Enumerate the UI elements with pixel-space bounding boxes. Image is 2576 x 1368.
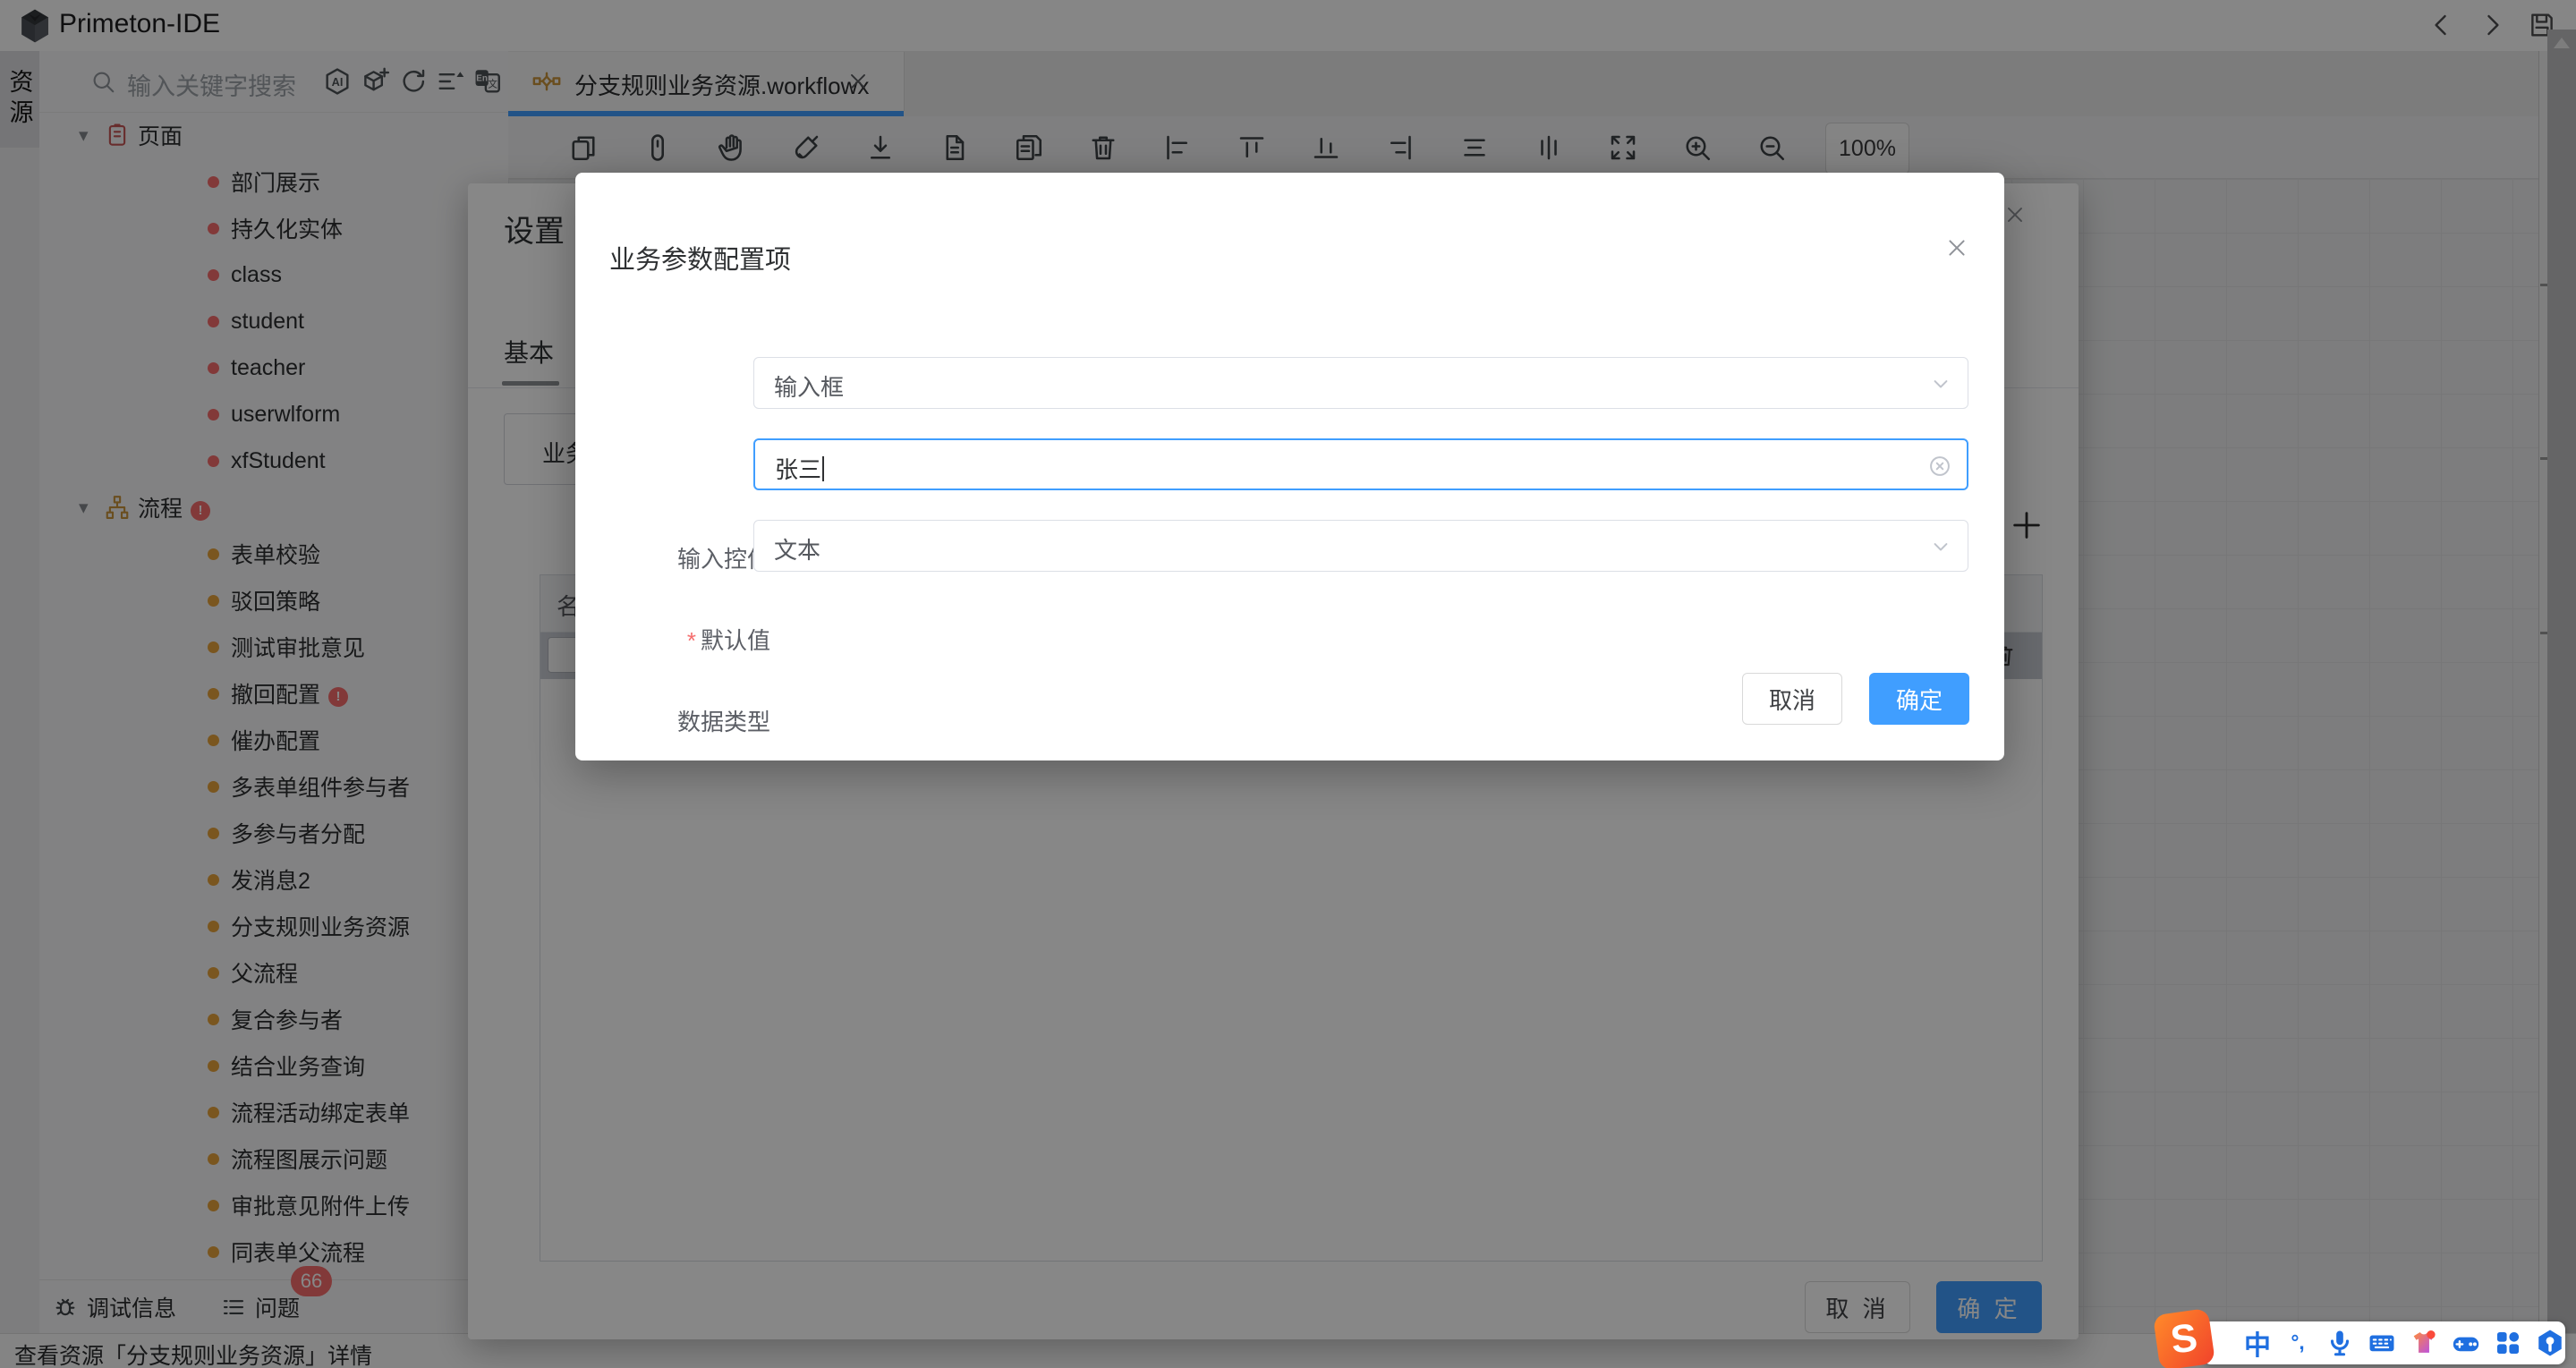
select-value: 文本 xyxy=(774,532,820,565)
business-param-modal: 业务参数配置项 输入控件 输入框 *默认值 张三 数据类型 文本 取消 确定 xyxy=(575,173,2004,760)
toolbox-icon[interactable] xyxy=(2535,1328,2565,1358)
modal-ok-button[interactable]: 确定 xyxy=(1869,673,1969,725)
microphone-icon[interactable] xyxy=(2325,1328,2355,1358)
default-value-input[interactable]: 张三 xyxy=(753,438,1968,490)
chevron-down-icon xyxy=(1928,534,1953,559)
modal-close-icon[interactable] xyxy=(1944,235,1969,260)
app-window: Primeton-IDE 资源 输入关键字搜索 AI文En ▾ 页面 部门展示 … xyxy=(0,0,2576,1368)
field-label-datatype: 数据类型 xyxy=(627,704,770,737)
data-type-select[interactable]: 文本 xyxy=(753,520,1968,572)
modal-title: 业务参数配置项 xyxy=(609,239,791,276)
control-type-select[interactable]: 输入框 xyxy=(753,357,1968,409)
chevron-down-icon xyxy=(1928,371,1953,396)
gamepad-icon[interactable] xyxy=(2451,1328,2481,1358)
input-value: 张三 xyxy=(775,452,824,485)
clear-input-icon[interactable] xyxy=(1927,454,1952,479)
svg-text:°,: °, xyxy=(2291,1330,2304,1354)
ime-mode-chinese[interactable]: 中 xyxy=(2244,1323,2271,1363)
field-label-control: 输入控件 xyxy=(627,541,770,574)
skin-icon[interactable] xyxy=(2409,1328,2439,1358)
apps-grid-icon[interactable] xyxy=(2493,1328,2523,1358)
text-caret xyxy=(822,456,824,481)
sogou-logo[interactable]: S xyxy=(2153,1308,2215,1368)
keyboard-icon[interactable] xyxy=(2367,1328,2397,1358)
punctuation-icon[interactable]: °, xyxy=(2283,1328,2313,1358)
select-value: 输入框 xyxy=(774,370,844,403)
modal-cancel-button[interactable]: 取消 xyxy=(1742,673,1842,725)
ime-toolbar: S 中 °, xyxy=(2203,1321,2565,1364)
field-label-default: *默认值 xyxy=(627,623,770,656)
required-asterisk: * xyxy=(687,627,696,654)
